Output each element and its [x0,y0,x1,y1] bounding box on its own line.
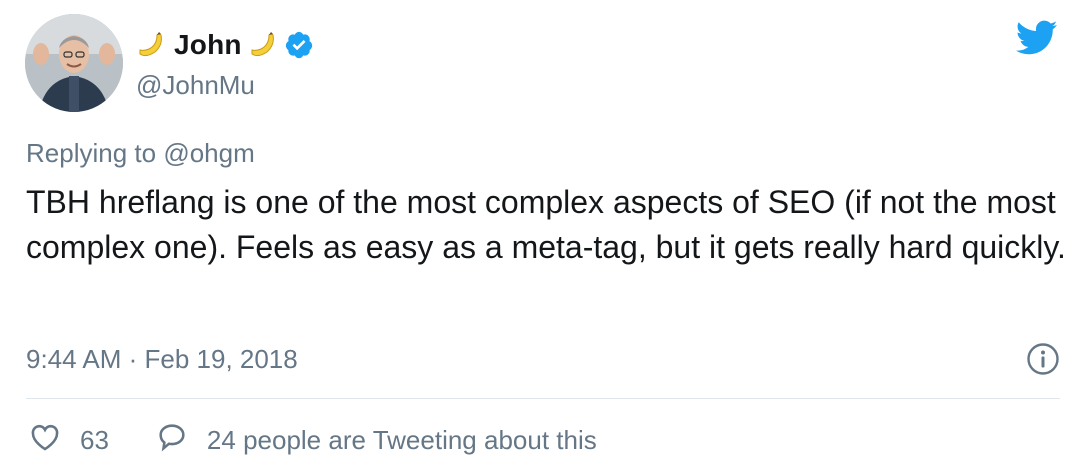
tweet-actions: 63 24 people are Tweeting about this [28,418,597,462]
banana-icon [248,30,278,60]
author-display-name[interactable]: John [174,29,242,61]
replying-to-mention-link[interactable]: @ohgm [163,138,254,168]
heart-icon [28,420,62,461]
tweet-card: John @JohnMu Replying to @ohgm TBH hrefl… [0,0,1086,476]
like-count: 63 [80,424,109,455]
avatar[interactable] [25,14,123,112]
verified-badge-icon [284,30,314,60]
activity-link[interactable]: 24 people are Tweeting about this [155,420,597,461]
divider [26,398,1060,399]
author-name-row[interactable]: John [136,26,314,64]
twitter-bird-icon[interactable] [1015,20,1058,56]
tweet-timestamp[interactable]: 9:44 AM · Feb 19, 2018 [26,344,298,375]
replying-to: Replying to @ohgm [26,138,255,169]
info-icon[interactable] [1026,342,1060,376]
tweet-text: TBH hreflang is one of the most complex … [26,184,1066,265]
author-handle[interactable]: @JohnMu [136,70,255,101]
banana-icon [136,30,166,60]
replying-prefix: Replying to [26,138,157,168]
activity-text: 24 people are Tweeting about this [206,424,597,455]
comment-bubble-icon [155,420,189,461]
like-button[interactable]: 63 [28,420,109,461]
